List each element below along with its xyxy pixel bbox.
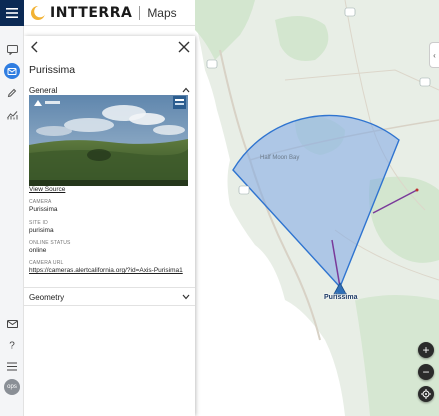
help-button[interactable]: ? [4, 337, 20, 353]
chevron-down-icon [182, 294, 190, 300]
left-rail: ? ops [0, 26, 24, 416]
camera-snapshot-image[interactable] [29, 95, 188, 186]
locate-button[interactable] [418, 386, 434, 402]
analytics-icon [6, 111, 17, 120]
hamburger-menu-button[interactable] [0, 0, 24, 26]
field-value-online-status: online [29, 247, 47, 254]
back-icon[interactable] [28, 40, 42, 54]
field-label-camera-url: CAMERA URL [29, 260, 64, 266]
field-label-online-status: ONLINE STATUS [29, 240, 71, 246]
hpwren-badge-icon [173, 96, 186, 109]
chat-icon [6, 45, 18, 55]
general-section-label: General [29, 85, 58, 95]
camera-map-label[interactable]: Purissima [324, 294, 357, 301]
top-bar: INTTERRA Maps [0, 0, 195, 26]
panel-title: Purissima [29, 64, 76, 76]
basemap [195, 0, 439, 416]
alertcalifornia-logo-icon [34, 100, 60, 106]
landscape-photo [29, 95, 188, 186]
zoom-in-button[interactable]: + [418, 342, 434, 358]
camera-detail-panel: Purissima General View Source CAMERA Pur… [24, 36, 195, 416]
field-label-camera: CAMERA [29, 199, 52, 205]
close-icon[interactable] [177, 40, 191, 54]
geometry-section-header[interactable]: Geometry [29, 290, 190, 304]
help-icon: ? [9, 341, 15, 351]
place-label-half-moon-bay: Half Moon Bay [260, 155, 300, 161]
field-label-site-id: SITE ID [29, 220, 48, 226]
list-button[interactable] [4, 358, 20, 374]
app-logo[interactable]: INTTERRA [30, 5, 132, 21]
draw-button[interactable] [4, 85, 20, 101]
right-panel-toggle[interactable]: ‹ [429, 42, 439, 68]
zoom-out-button[interactable]: − [418, 364, 434, 380]
camera-marker-dot[interactable] [415, 188, 419, 192]
list-icon [7, 362, 17, 370]
analytics-button[interactable] [4, 107, 20, 123]
section-divider [24, 287, 195, 288]
chat-button[interactable] [4, 42, 20, 58]
field-value-site-id: purisima [29, 227, 54, 234]
brand-name: INTTERRA [50, 4, 133, 21]
chevron-up-icon [182, 87, 190, 93]
layers-icon [7, 67, 17, 75]
geometry-section-label: Geometry [29, 292, 65, 302]
layers-button[interactable] [4, 63, 20, 79]
camera-url-link[interactable]: https://cameras.alertcalifornia.org/?id=… [29, 267, 183, 274]
product-name: Maps [147, 5, 177, 20]
ops-button[interactable]: ops [4, 379, 20, 395]
pencil-icon [7, 88, 17, 98]
svg-text:?: ? [9, 341, 15, 351]
map-canvas[interactable]: Half Moon Bay Purissima ‹ + − [195, 0, 439, 416]
section-divider [24, 305, 195, 306]
crosshair-icon [421, 389, 431, 399]
field-value-camera: Purissima [29, 206, 58, 213]
mail-icon [6, 320, 18, 328]
messages-button[interactable] [4, 316, 20, 332]
panel-header [24, 36, 195, 58]
hamburger-icon [6, 7, 18, 18]
intterra-logo-icon [31, 5, 46, 20]
view-source-link[interactable]: View Source [29, 186, 65, 193]
title-divider [139, 5, 141, 20]
